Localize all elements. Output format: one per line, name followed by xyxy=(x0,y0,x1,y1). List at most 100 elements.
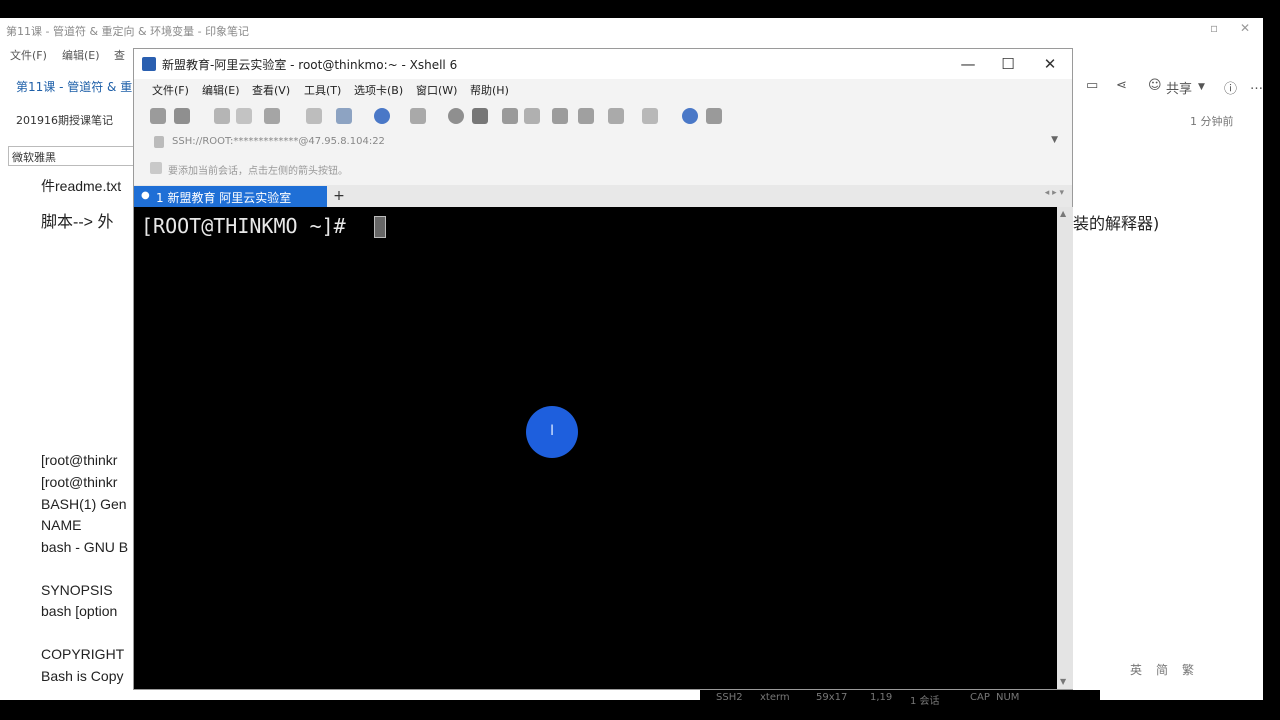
fullscreen-icon[interactable] xyxy=(502,108,518,124)
mouse-click-indicator: I xyxy=(526,406,578,458)
chevron-down-icon[interactable]: ▼ xyxy=(1051,135,1058,145)
address-bar[interactable]: SSH://ROOT:*************@47.95.8.104:22 … xyxy=(144,133,1064,153)
note-line-copyright: COPYRIGHT xyxy=(41,646,125,662)
tab-status-icon: ● xyxy=(141,190,150,201)
add-tab-button[interactable]: + xyxy=(330,186,348,206)
session-tab-bar: ● 1 新盟教育 阿里云实验室 + ◂ ▸ ▾ xyxy=(134,185,1072,207)
open-folder-icon[interactable] xyxy=(174,108,190,124)
reconnect-icon[interactable] xyxy=(214,108,230,124)
ime-simplified[interactable]: 简 xyxy=(1156,661,1168,678)
status-term: xterm xyxy=(760,692,790,703)
updated-time: 1 分钟前 xyxy=(1190,115,1234,128)
terminal-prompt: [ROOT@THINKMO ~]# xyxy=(141,214,358,238)
new-session-icon[interactable] xyxy=(150,108,166,124)
status-sessions: 1 会话 xyxy=(910,696,940,707)
terminal-cursor xyxy=(374,216,386,238)
lock-icon xyxy=(154,136,164,148)
scroll-down-icon[interactable]: ▼ xyxy=(1060,677,1066,686)
share-icon[interactable]: ⋖ xyxy=(1116,78,1127,93)
layout-icon[interactable] xyxy=(336,108,352,124)
xshell-statusbar: SSH2 xterm 59x17 1,19 1 会话 CAP NUM xyxy=(700,690,1100,707)
menu-file[interactable]: 文件(F) xyxy=(152,82,189,98)
note-titlebar: 第11课 - 管道符 & 重定向 & 环境变量 - 印象笔记 ▫ ✕ xyxy=(0,18,1263,44)
ime-english[interactable]: 英 xyxy=(1130,661,1142,678)
chat-icon[interactable] xyxy=(706,108,722,124)
note-line-root2: [root@thinkr xyxy=(41,474,118,490)
menu-edit[interactable]: 编辑(E) xyxy=(202,82,240,98)
lock-icon[interactable] xyxy=(524,108,540,124)
script-icon[interactable] xyxy=(448,108,464,124)
xshell-toolbar xyxy=(134,103,1072,129)
ime-toolbar: 英 简 繁 xyxy=(1120,658,1230,682)
note-line-readme: 件readme.txt xyxy=(41,178,122,194)
compose-icon[interactable] xyxy=(608,108,624,124)
transfer-icon[interactable] xyxy=(472,108,488,124)
info-icon[interactable]: ⓘ xyxy=(1224,78,1237,97)
xshell-window-title: 新盟教育-阿里云实验室 - root@thinkmo:~ - Xshell 6 xyxy=(162,58,458,72)
globe-icon[interactable] xyxy=(374,108,390,124)
screen: 第11课 - 管道符 & 重定向 & 环境变量 - 印象笔记 ▫ ✕ 文件(F)… xyxy=(0,0,1280,720)
disconnect-icon[interactable] xyxy=(236,108,252,124)
share-label[interactable]: 共享 xyxy=(1166,78,1192,97)
status-cap: CAP xyxy=(970,692,990,703)
keyboard-icon[interactable] xyxy=(552,108,568,124)
terminal-scrollbar[interactable]: ▲ ▼ xyxy=(1057,207,1073,689)
font-selector[interactable]: 微软雅黑 xyxy=(8,146,136,166)
note-line-bash-options: bash [option xyxy=(41,603,118,619)
restore-icon[interactable]: ▫ xyxy=(1210,21,1218,35)
present-icon[interactable]: ▭ xyxy=(1086,78,1098,93)
menu-window[interactable]: 窗口(W) xyxy=(416,82,457,98)
notebook-label: 201916期授课笔记 xyxy=(16,114,113,127)
font-label: 微软雅黑 xyxy=(12,151,56,164)
help-icon[interactable] xyxy=(682,108,698,124)
menu-help[interactable]: 帮助(H) xyxy=(470,82,509,98)
address-text: SSH://ROOT:*************@47.95.8.104:22 xyxy=(172,136,385,147)
note-line-synopsis: SYNOPSIS xyxy=(41,582,113,598)
note-title-tab[interactable]: 第11课 - 管道符 & 重 xyxy=(16,78,132,95)
status-position: 1,19 xyxy=(870,692,893,703)
highlight-icon[interactable] xyxy=(410,108,426,124)
pen-icon[interactable] xyxy=(578,108,594,124)
note-line-name: NAME xyxy=(41,517,82,533)
note-menu-edit[interactable]: 编辑(E) xyxy=(62,47,100,63)
note-line-bash-gen: BASH(1) Gen xyxy=(41,496,127,512)
minimize-button[interactable]: — xyxy=(948,53,988,75)
more-icon[interactable]: … xyxy=(1250,78,1263,93)
status-size: 59x17 xyxy=(816,692,848,703)
note-line-script: 脚本--> 外 xyxy=(41,214,114,231)
chevron-down-icon[interactable]: ▼ xyxy=(1198,82,1205,92)
close-icon[interactable]: ✕ xyxy=(1240,21,1250,35)
menu-tools[interactable]: 工具(T) xyxy=(304,82,341,98)
tile-icon[interactable] xyxy=(642,108,658,124)
maximize-button[interactable]: ☐ xyxy=(988,53,1028,75)
status-protocol: SSH2 xyxy=(716,692,743,703)
menu-tabs[interactable]: 选项卡(B) xyxy=(354,82,403,98)
session-hint-text: 要添加当前会话，点击左侧的箭头按钮。 xyxy=(168,166,348,177)
note-toolbar-right: ▭ ⋖ ☺ 共享 ▼ ⓘ … xyxy=(1078,76,1263,100)
note-line-root1: [root@thinkr xyxy=(41,452,118,468)
tab-session-label: 1 新盟教育 阿里云实验室 xyxy=(156,191,292,205)
tab-session-1[interactable]: ● 1 新盟教育 阿里云实验室 xyxy=(134,186,327,207)
note-menu-file[interactable]: 文件(F) xyxy=(10,47,47,63)
xshell-menubar: 文件(F) 编辑(E) 查看(V) 工具(T) 选项卡(B) 窗口(W) 帮助(… xyxy=(134,79,1072,101)
notebook-selector[interactable]: 201916期授课笔记 xyxy=(0,106,140,132)
note-menu-view[interactable]: 查 xyxy=(114,47,125,63)
xshell-app-icon xyxy=(142,57,156,71)
people-icon[interactable]: ☺ xyxy=(1148,78,1162,93)
status-num: NUM xyxy=(996,692,1020,703)
bookmark-icon[interactable] xyxy=(150,162,162,174)
text-cursor-icon: I xyxy=(550,423,555,439)
note-window-title: 第11课 - 管道符 & 重定向 & 环境变量 - 印象笔记 xyxy=(6,25,250,38)
xshell-window: 新盟教育-阿里云实验室 - root@thinkmo:~ - Xshell 6 … xyxy=(133,48,1073,690)
xshell-titlebar[interactable]: 新盟教育-阿里云实验室 - root@thinkmo:~ - Xshell 6 … xyxy=(134,49,1072,79)
note-line-bash-gnu: bash - GNU B xyxy=(41,539,129,555)
close-button[interactable]: ✕ xyxy=(1030,53,1070,75)
menu-view[interactable]: 查看(V) xyxy=(252,82,290,98)
properties-icon[interactable] xyxy=(264,108,280,124)
session-hint-bar: 要添加当前会话，点击左侧的箭头按钮。 xyxy=(144,159,1064,179)
scroll-up-icon[interactable]: ▲ xyxy=(1060,209,1066,218)
terminal-area[interactable]: [ROOT@THINKMO ~]# xyxy=(134,207,1057,689)
tab-nav-icons[interactable]: ◂ ▸ ▾ xyxy=(1045,188,1064,198)
find-icon[interactable] xyxy=(306,108,322,124)
ime-traditional[interactable]: 繁 xyxy=(1182,661,1194,678)
